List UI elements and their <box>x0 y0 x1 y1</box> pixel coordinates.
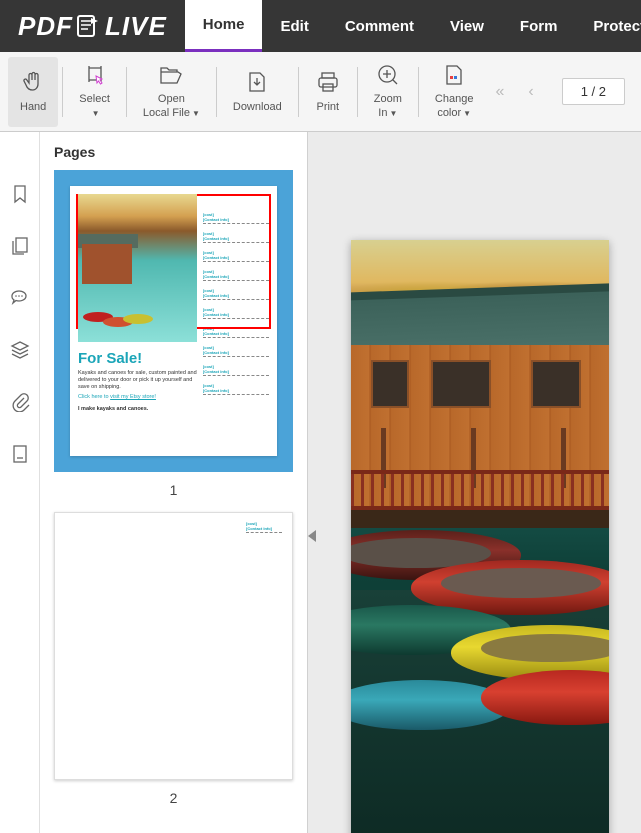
layers-button[interactable] <box>8 338 32 362</box>
chevron-down-icon: ▼ <box>389 109 397 118</box>
flyer-footer: I make kayaks and canoes. <box>78 406 197 413</box>
chevron-down-icon: ▼ <box>463 109 471 118</box>
print-icon <box>315 69 341 95</box>
flyer-title: For Sale! <box>78 350 197 367</box>
thumbnail-2[interactable]: [cost][Contact Info] <box>54 512 293 780</box>
select-button[interactable]: Select▼ <box>67 57 122 127</box>
logo-prefix: PDF <box>18 11 73 42</box>
flyer-photo <box>78 194 197 342</box>
tab-comment[interactable]: Comment <box>327 0 432 52</box>
download-button[interactable]: Download <box>221 57 294 127</box>
tab-protect[interactable]: Protect <box>575 0 641 52</box>
print-button[interactable]: Print <box>303 57 353 127</box>
flyer-stub-p2: [cost][Contact Info] <box>246 521 282 540</box>
tab-home[interactable]: Home <box>185 0 263 52</box>
thumbnail-1-content: For Sale! Kayaks and canoes for sale, cu… <box>70 186 277 456</box>
chevron-down-icon: ▼ <box>192 109 200 118</box>
separator <box>216 67 217 117</box>
annotations-button[interactable] <box>8 442 32 466</box>
open-local-label: Open Local File▼ <box>143 93 200 119</box>
layers-icon <box>10 340 30 360</box>
zoom-in-button[interactable]: Zoom In▼ <box>362 57 414 127</box>
pdf-doc-icon <box>75 14 103 38</box>
download-icon <box>244 69 270 95</box>
bookmarks-button[interactable] <box>8 182 32 206</box>
first-page-button[interactable]: « <box>495 83 504 101</box>
open-local-button[interactable]: Open Local File▼ <box>131 57 212 127</box>
flyer-link: Click here to visit my Etsy store! <box>78 394 197 400</box>
pages-title: Pages <box>40 144 307 170</box>
hand-label: Hand <box>20 101 46 114</box>
flyer-body: Kayaks and canoes for sale, custom paint… <box>78 370 197 391</box>
page-indicator[interactable]: 1 / 2 <box>562 78 625 105</box>
iconbar <box>0 132 40 833</box>
pages-icon <box>10 236 30 256</box>
zoom-in-icon <box>375 63 401 87</box>
tab-form[interactable]: Form <box>502 0 576 52</box>
download-label: Download <box>233 101 282 114</box>
separator <box>126 67 127 117</box>
flyer-stubs: [cost][Contact Info] [cost][Contact Info… <box>203 194 269 448</box>
tab-edit[interactable]: Edit <box>262 0 326 52</box>
separator <box>62 67 63 117</box>
annotation-doc-icon <box>10 444 30 464</box>
page-nav: « ‹ <box>495 83 533 101</box>
zoom-in-label: Zoom In▼ <box>374 93 402 119</box>
chevron-down-icon: ▼ <box>92 109 100 118</box>
menubar-tabs: Home Edit Comment View Form Protect <box>185 0 641 52</box>
flyer-left: For Sale! Kayaks and canoes for sale, cu… <box>78 194 197 448</box>
viewer[interactable] <box>308 132 641 833</box>
select-label: Select▼ <box>79 93 110 119</box>
page-number-2: 2 <box>40 790 307 806</box>
collapse-panel-button[interactable] <box>308 530 316 542</box>
hand-button[interactable]: Hand <box>8 57 58 127</box>
app-logo: PDF LIVE <box>0 11 185 42</box>
tab-view[interactable]: View <box>432 0 502 52</box>
bookmark-icon <box>10 184 30 204</box>
color-doc-icon <box>441 63 467 87</box>
separator <box>357 67 358 117</box>
thumbnail-2-content: [cost][Contact Info] <box>54 512 293 780</box>
prev-page-button[interactable]: ‹ <box>528 83 533 101</box>
folder-open-icon <box>158 63 184 87</box>
logo-suffix: LIVE <box>105 11 167 42</box>
toolbar: Hand Select▼ Open Local File▼ Download P… <box>0 52 641 132</box>
thumbnail-1[interactable]: For Sale! Kayaks and canoes for sale, cu… <box>54 170 293 472</box>
document-page-1[interactable] <box>351 240 609 833</box>
change-color-button[interactable]: Change color▼ <box>423 57 486 127</box>
paperclip-icon <box>10 392 30 412</box>
separator <box>298 67 299 117</box>
cursor-icon <box>82 63 108 87</box>
print-label: Print <box>316 101 339 114</box>
chat-icon <box>10 288 30 308</box>
hand-icon <box>20 69 46 95</box>
page-number-1: 1 <box>40 482 307 498</box>
main: Pages For Sale! Kayaks and canoes for sa… <box>0 132 641 833</box>
change-color-label: Change color▼ <box>435 93 474 119</box>
comments-button[interactable] <box>8 286 32 310</box>
attachments-button[interactable] <box>8 390 32 414</box>
separator <box>418 67 419 117</box>
pages-button[interactable] <box>8 234 32 258</box>
menubar: PDF LIVE Home Edit Comment View Form Pro… <box>0 0 641 52</box>
pages-panel: Pages For Sale! Kayaks and canoes for sa… <box>40 132 308 833</box>
